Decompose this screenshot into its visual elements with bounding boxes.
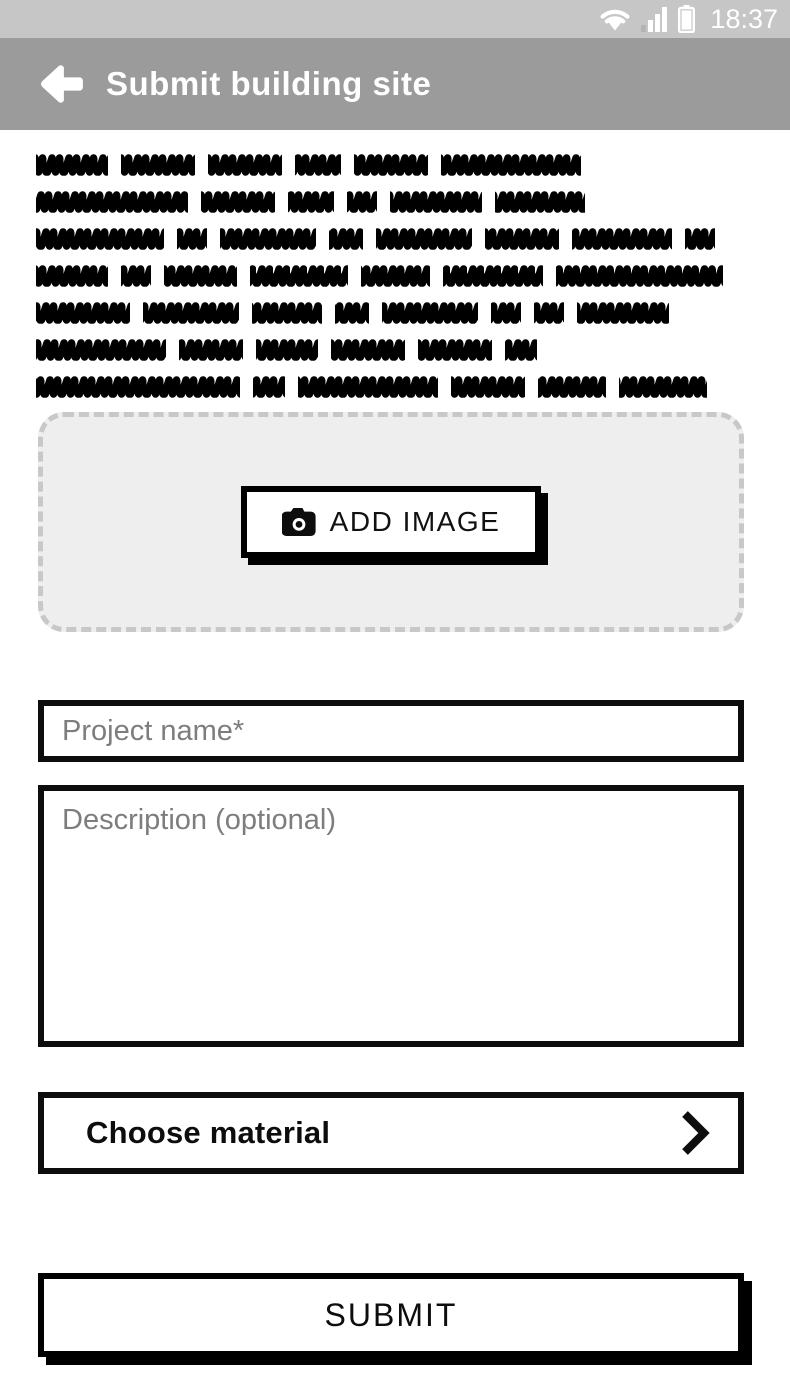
battery-icon	[678, 5, 696, 33]
scribble-word	[331, 336, 405, 363]
scribble-word	[163, 262, 238, 289]
project-name-input[interactable]: Project name*	[38, 700, 744, 762]
add-image-button[interactable]: ADD IMAGE	[241, 486, 541, 558]
arrow-left-icon	[40, 65, 83, 103]
scribble-word	[201, 188, 275, 215]
status-bar-icons: 18:37	[598, 5, 778, 33]
scribble-word	[36, 151, 108, 178]
submit-button[interactable]: SUBMIT	[38, 1273, 744, 1357]
scribble-word	[298, 373, 438, 400]
scribble-line	[36, 257, 736, 294]
scribble-word	[572, 225, 672, 252]
camera-icon	[281, 508, 316, 536]
scribble-word	[36, 373, 240, 400]
scribble-word	[491, 299, 521, 326]
scribble-word	[360, 262, 431, 289]
content-area: ADD IMAGE Project name* Description (opt…	[0, 130, 790, 1385]
scribble-word	[619, 373, 707, 400]
scribble-word	[220, 225, 316, 252]
scribble-word	[256, 336, 318, 363]
add-image-label: ADD IMAGE	[329, 506, 501, 537]
scribble-word	[505, 336, 537, 363]
wifi-icon	[600, 9, 630, 31]
scribble-word	[36, 299, 130, 326]
scribble-line	[36, 331, 736, 368]
choose-material-label: Choose material	[86, 1115, 331, 1150]
scribble-word	[577, 299, 669, 326]
scribble-word	[36, 188, 188, 215]
scribble-word	[495, 188, 585, 215]
status-bar: 18:37	[0, 0, 790, 38]
scribble-word	[36, 336, 166, 363]
scribble-line	[36, 220, 736, 257]
scribble-word	[335, 299, 369, 326]
scribble-word	[443, 262, 543, 289]
scribble-word	[295, 151, 341, 178]
scribble-word	[177, 225, 207, 252]
scribble-word	[329, 225, 363, 252]
scribble-word	[441, 151, 581, 178]
scribble-word	[376, 225, 472, 252]
scribble-word	[485, 225, 559, 252]
scribble-line	[36, 294, 736, 331]
scribble-line	[36, 368, 736, 405]
scribble-word	[288, 188, 334, 215]
chevron-right-icon	[682, 1111, 710, 1155]
cellular-signal-icon	[641, 7, 668, 32]
scribble-word	[36, 225, 164, 252]
description-placeholder: Description (optional)	[62, 804, 337, 836]
scribble-word	[451, 373, 525, 400]
scribble-line	[36, 146, 736, 183]
scribble-word	[685, 225, 715, 252]
scribble-word	[347, 188, 377, 215]
description-input[interactable]: Description (optional)	[38, 785, 744, 1047]
scribble-word	[252, 299, 322, 326]
app-bar-title: Submit building site	[106, 65, 432, 102]
project-name-placeholder: Project name*	[62, 714, 245, 747]
intro-scribble-paragraph	[36, 146, 736, 405]
scribble-line	[36, 183, 736, 220]
back-button[interactable]	[38, 61, 84, 107]
scribble-word	[121, 151, 195, 178]
scribble-word	[390, 188, 482, 215]
scribble-word	[354, 151, 428, 178]
scribble-word	[143, 299, 239, 326]
scribble-word	[253, 373, 285, 400]
scribble-word	[382, 299, 478, 326]
scribble-word	[538, 373, 606, 400]
scribble-word	[120, 262, 151, 289]
image-dropzone[interactable]: ADD IMAGE	[38, 412, 744, 632]
scribble-word	[418, 336, 492, 363]
scribble-word	[179, 336, 243, 363]
choose-material-row[interactable]: Choose material	[38, 1092, 744, 1174]
submit-label: SUBMIT	[324, 1296, 458, 1333]
app-bar: Submit building site	[0, 38, 790, 130]
scribble-word	[555, 262, 723, 289]
scribble-word	[534, 299, 564, 326]
scribble-word	[208, 151, 282, 178]
scribble-word	[250, 262, 348, 289]
status-bar-clock: 18:37	[710, 3, 778, 34]
scribble-word	[36, 262, 108, 289]
